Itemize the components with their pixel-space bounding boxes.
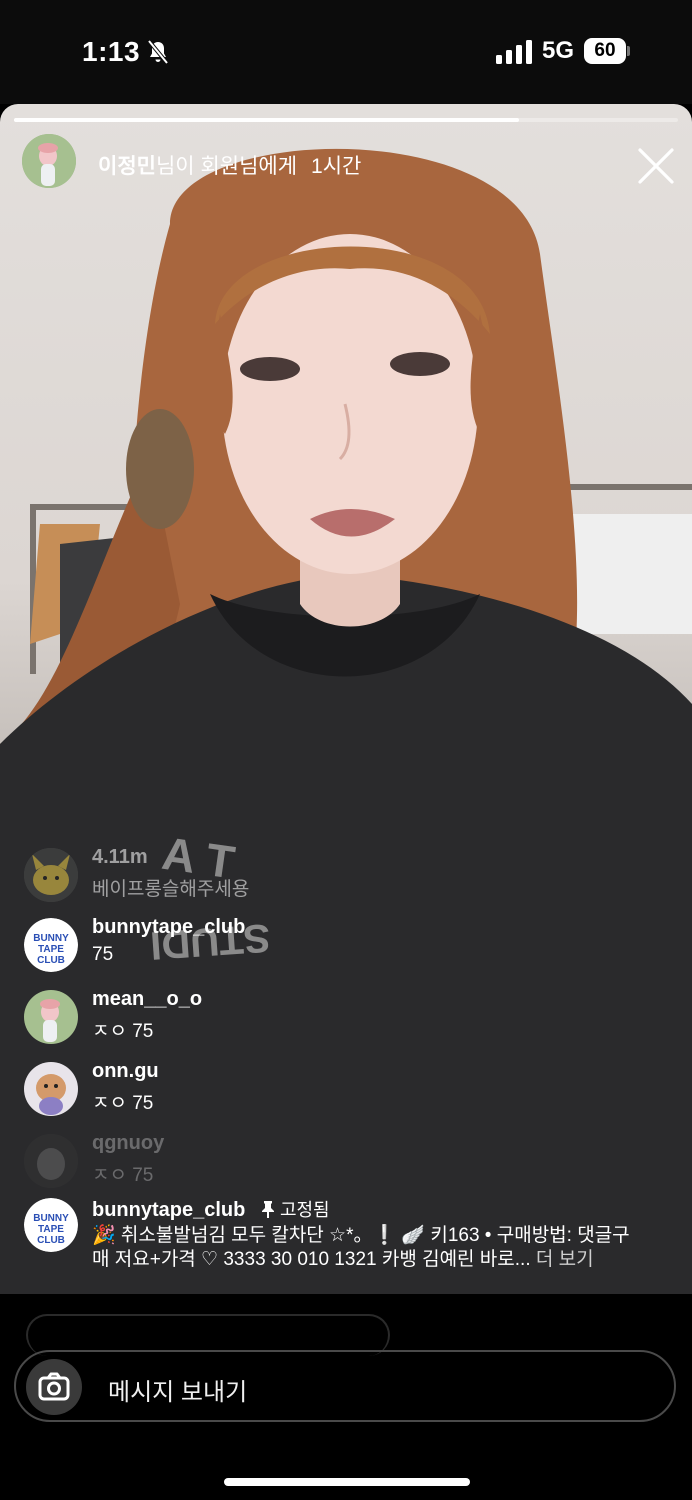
- pinned-badge: 고정됨: [261, 1200, 330, 1220]
- live-header: 이정민님이 회원님에게 1시간: [98, 150, 361, 180]
- comment-text: 75: [92, 944, 114, 965]
- battery-level: 60: [584, 38, 626, 64]
- comment-username[interactable]: mean__o_o: [92, 988, 202, 1011]
- bunnytape-logo-icon: BUNNY TAPE CLUB: [24, 1198, 78, 1252]
- comment-username[interactable]: bunnytape_club: [92, 1199, 245, 1221]
- host-username[interactable]: 이정민: [98, 155, 156, 178]
- pikachu-avatar-icon: [24, 848, 78, 902]
- plush-avatar-icon: [24, 1062, 78, 1116]
- comment-text: ㅈㅇ 75: [92, 1021, 154, 1042]
- battery-icon: 60: [584, 38, 630, 64]
- pinned-username-row: bunnytape_club 고정됨: [92, 1196, 330, 1222]
- commenter-avatar[interactable]: [24, 1062, 78, 1116]
- time-ago: 1시간: [311, 155, 362, 178]
- comment-username[interactable]: qgnuoy: [92, 1132, 164, 1155]
- pinned-text: 🎉 취소불발넘김 모두 칼차단 ☆*。❕ 🪽 키163 • 구매방법: 댓글구 …: [92, 1224, 672, 1272]
- live-video[interactable]: A T STUDI: [0, 104, 692, 1294]
- see-more-link[interactable]: 더 보기: [536, 1249, 594, 1270]
- pinned-line-2-text: 매 저요+가격 ♡ 3333 30 010 1321 카뱅 김예린 바로...: [92, 1249, 531, 1270]
- pinned-line-2: 매 저요+가격 ♡ 3333 30 010 1321 카뱅 김예린 바로... …: [92, 1248, 672, 1272]
- pinned-line-1: 🎉 취소불발넘김 모두 칼차단 ☆*。❕ 🪽 키163 • 구매방법: 댓글구: [92, 1225, 630, 1246]
- clock: 1:13: [82, 36, 141, 67]
- network-type: 5G: [542, 37, 575, 64]
- battery-tip: [627, 46, 630, 56]
- avatar-figure-icon: [24, 990, 78, 1044]
- commenter-avatar[interactable]: BUNNY TAPE CLUB: [24, 918, 78, 972]
- pinned-label: 고정됨: [279, 1200, 330, 1220]
- message-input[interactable]: 메시지 보내기: [14, 1350, 676, 1422]
- comment-text: 베이프롱슬해주세용: [92, 879, 250, 900]
- avatar-figure-icon: [22, 134, 76, 188]
- comment-text: ㅈㅇ 75: [92, 1165, 154, 1186]
- story-progress-fill: [14, 118, 519, 122]
- camera-icon: [38, 1372, 70, 1401]
- message-placeholder[interactable]: 메시지 보내기: [108, 1372, 247, 1407]
- host-avatar[interactable]: [22, 134, 76, 188]
- close-icon[interactable]: [634, 144, 678, 188]
- pin-icon: [261, 1201, 274, 1218]
- avatar-figure-icon: [24, 1134, 78, 1188]
- video-frame: A T STUDI: [0, 148, 692, 1294]
- camera-button[interactable]: [26, 1359, 82, 1415]
- commenter-avatar[interactable]: [24, 990, 78, 1044]
- commenter-avatar[interactable]: BUNNY TAPE CLUB: [24, 1198, 78, 1252]
- home-indicator[interactable]: [224, 1478, 470, 1486]
- bell-off-icon: [147, 39, 169, 65]
- story-progress-track: [14, 118, 678, 122]
- status-bar: 1:13 5G 60: [0, 0, 692, 104]
- cellular-signal-icon: [496, 40, 532, 64]
- comment-username[interactable]: bunnytape_club: [92, 916, 245, 939]
- header-message: 님이 회원님에게: [155, 155, 298, 178]
- comment-text: ㅈㅇ 75: [92, 1093, 154, 1114]
- commenter-avatar[interactable]: [24, 848, 78, 902]
- commenter-avatar[interactable]: [24, 1134, 78, 1188]
- bunnytape-logo-icon: BUNNY TAPE CLUB: [24, 918, 78, 972]
- comment-username[interactable]: 4.11m: [92, 846, 148, 869]
- bottom-bar: 메시지 보내기: [0, 1294, 692, 1500]
- comment-username[interactable]: onn.gu: [92, 1060, 159, 1083]
